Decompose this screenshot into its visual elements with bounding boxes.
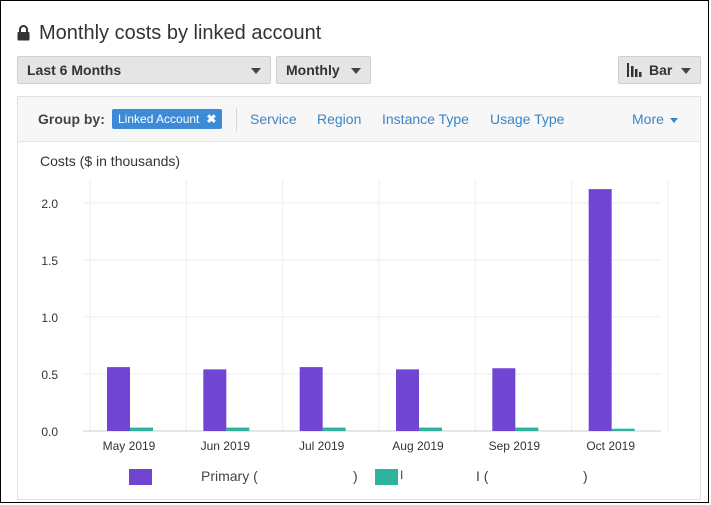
cost-chart: Costs ($ in thousands) 0.0 0.5 1.0 1.5 2.0 Ma…: [40, 153, 669, 453]
bar-primary[interactable]: [588, 189, 612, 431]
chart-grid: [83, 180, 669, 432]
y-tick-label: 0.5: [41, 368, 58, 382]
y-tick-label: 1.5: [41, 254, 58, 268]
legend-label-secondary-close: ): [583, 468, 588, 484]
y-tick-label: 1.0: [41, 311, 58, 325]
bar-primary[interactable]: [396, 369, 419, 431]
bar-series-1[interactable]: [226, 427, 250, 431]
x-tick-label: Sep 2019: [489, 439, 541, 453]
x-tick-label: Oct 2019: [586, 439, 635, 453]
bar-series-1[interactable]: [322, 427, 346, 431]
x-tick-label: Jul 2019: [299, 439, 345, 453]
x-tick-label: May 2019: [103, 439, 156, 453]
y-tick-label: 0.0: [41, 425, 58, 439]
y-tick-label: 2.0: [41, 197, 58, 211]
legend-label-primary[interactable]: Primary (: [201, 468, 258, 484]
x-tick-label: Jun 2019: [201, 439, 251, 453]
bar-primary[interactable]: [203, 369, 227, 431]
bar-series-1[interactable]: [515, 427, 539, 431]
legend-swatch-primary[interactable]: [129, 469, 152, 485]
bar-primary[interactable]: [107, 367, 130, 431]
bar-series-1[interactable]: [611, 428, 635, 431]
legend-label-primary-close: ): [353, 468, 358, 484]
bar-primary[interactable]: [492, 368, 516, 431]
bar-series-1[interactable]: [130, 427, 153, 431]
legend-label-secondary-2: I (: [476, 468, 489, 484]
legend-label-secondary[interactable]: I: [400, 468, 403, 482]
bar-primary[interactable]: [299, 367, 323, 431]
x-tick-label: Aug 2019: [392, 439, 444, 453]
legend-swatch-secondary[interactable]: [375, 469, 398, 485]
chart-labels: 0.0 0.5 1.0 1.5 2.0 May 2019 Jun 2019 Jul 2019 A…: [41, 197, 635, 453]
bar-series-1[interactable]: [419, 427, 442, 431]
chart-title: Costs ($ in thousands): [40, 153, 180, 169]
